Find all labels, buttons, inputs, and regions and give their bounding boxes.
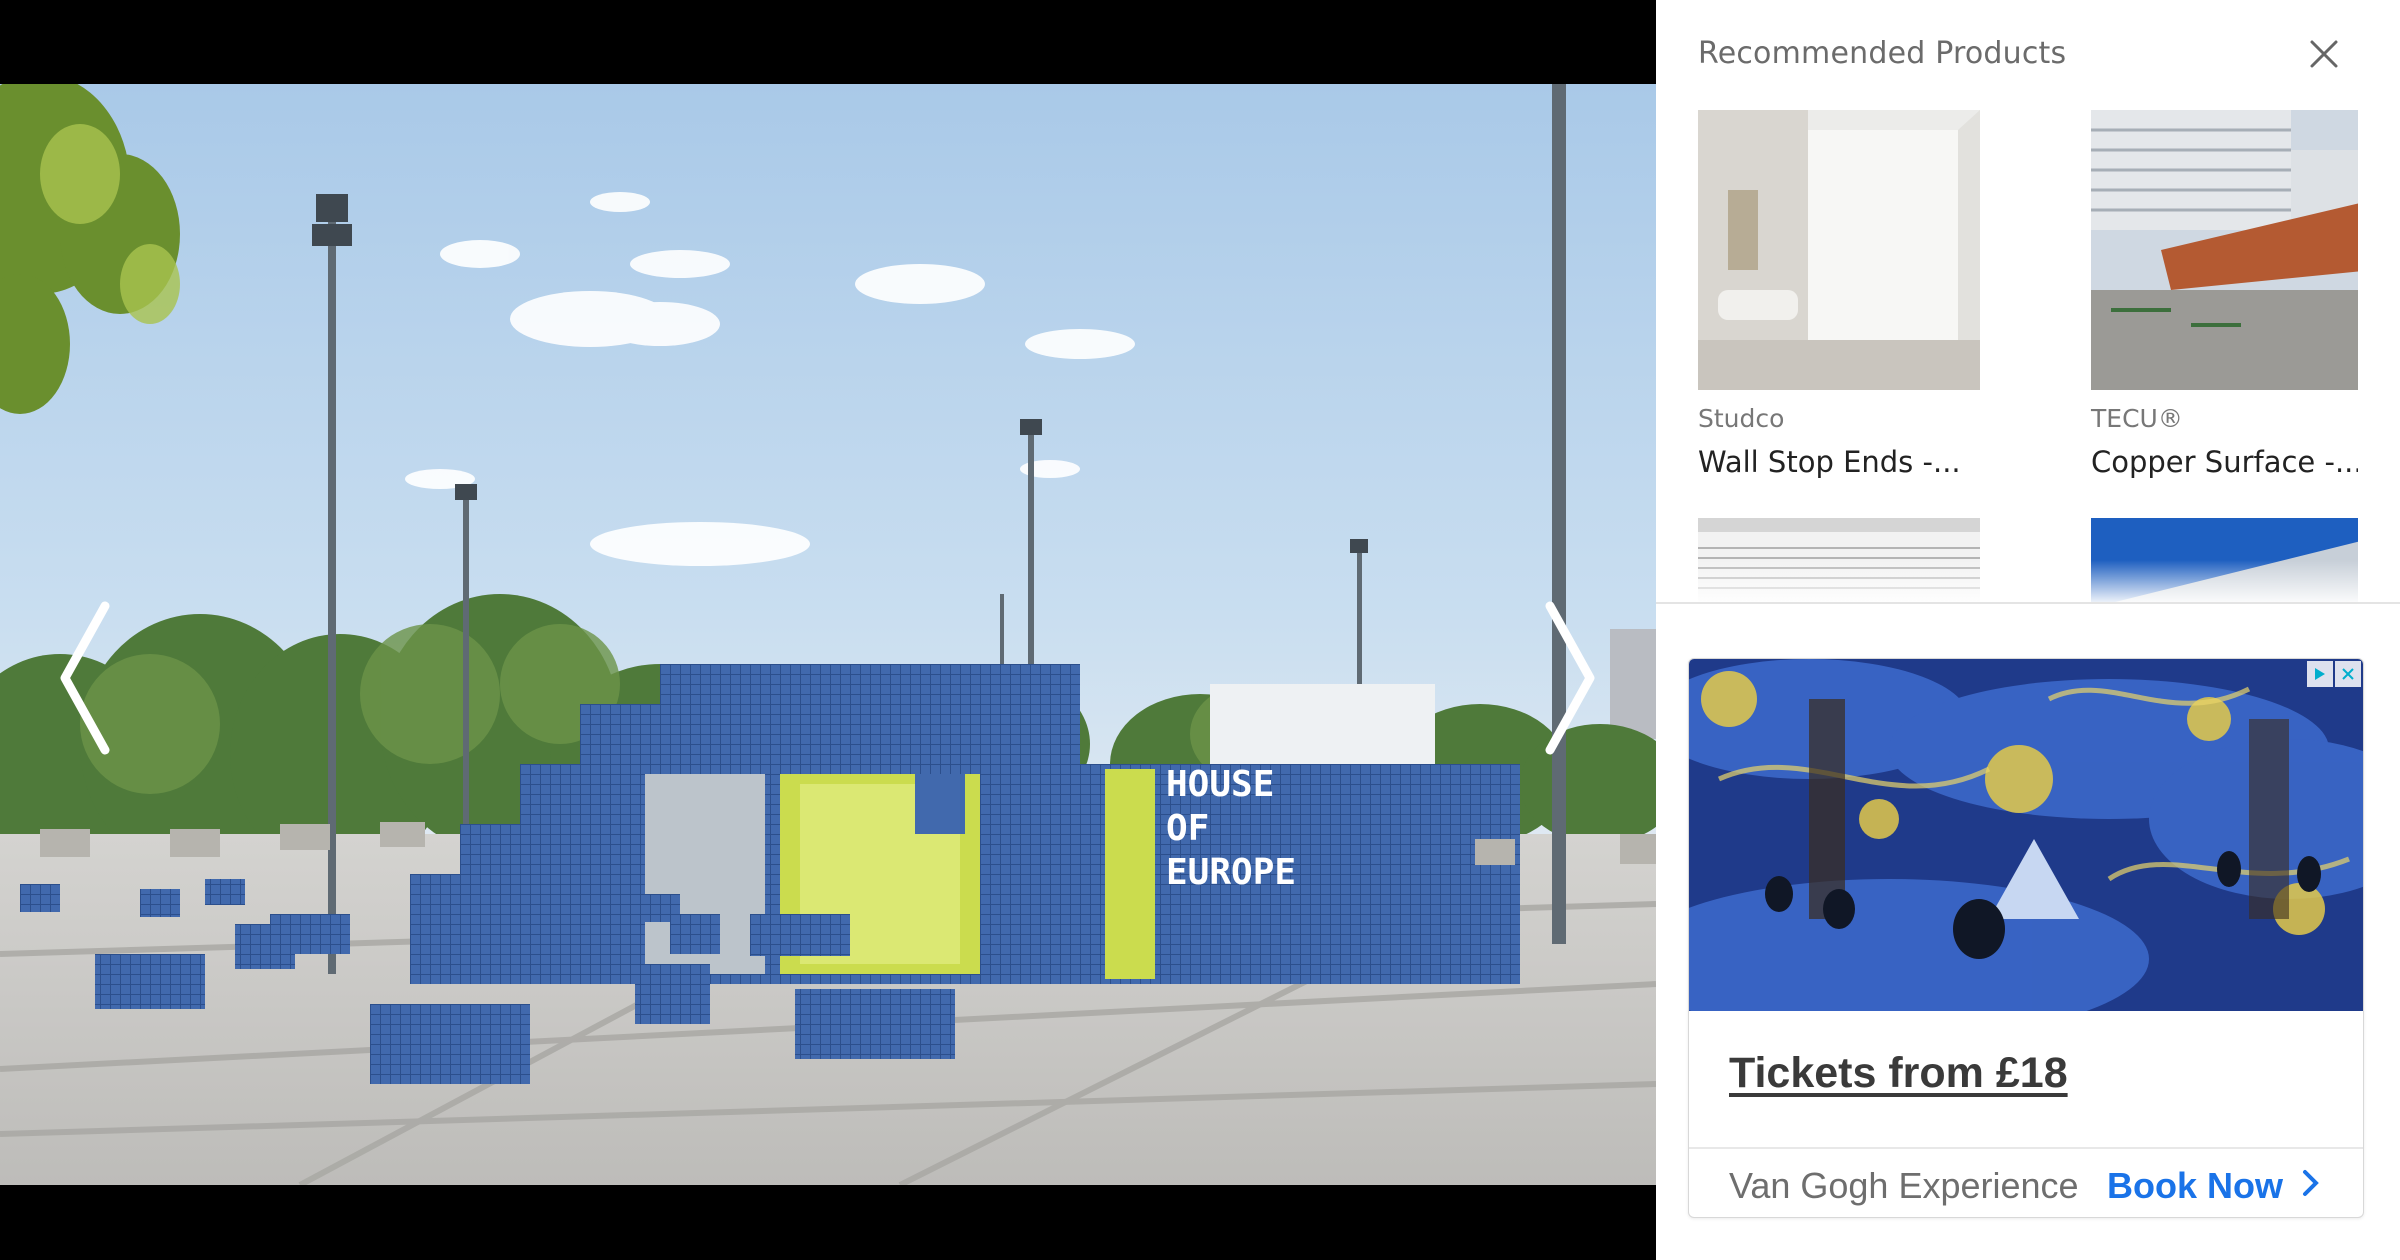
book-now-label: Book Now [2107,1165,2283,1206]
close-button[interactable] [2306,36,2342,72]
chevron-right-icon [2301,1165,2321,1207]
book-now-button[interactable]: Book Now [2107,1165,2321,1207]
chevron-right-icon [1535,598,1605,763]
product-grid: Studco Wall Stop Ends -... TECU® Copper … [1698,110,2358,604]
previous-image-button[interactable] [40,590,130,770]
sign-line-3: EUROPE [1166,852,1296,893]
ad-divider [1689,1147,2363,1149]
product-brand: Studco [1698,404,1785,433]
ad-close-icon[interactable] [2335,661,2361,687]
main-photo: HOUSE OF EUROPE [0,84,1656,1185]
product-image[interactable] [2091,110,2358,390]
sign-line-1: HOUSE [1166,764,1274,805]
chevron-left-icon [50,598,120,763]
image-viewer: HOUSE OF EUROPE [0,0,1656,1260]
ad-advertiser[interactable]: Van Gogh Experience [1729,1165,2079,1207]
product-image[interactable] [1698,110,1980,390]
next-image-button[interactable] [1525,590,1615,770]
product-brand: TECU® [2091,404,2183,433]
ad-image[interactable] [1689,659,2363,1011]
divider [1656,602,2400,604]
close-icon [2306,40,2342,76]
sign-line-2: OF [1166,808,1209,849]
product-card[interactable]: TECU® Copper Surface -... [2091,110,2358,479]
product-name[interactable]: Copper Surface -... [2091,445,2358,479]
products-fade [1656,560,2400,606]
recommended-products-title: Recommended Products [1698,36,2067,71]
adchoices-icon[interactable] [2307,661,2333,687]
recommendations-sidebar: Recommended Products Studco Wall Stop En… [1656,0,2400,1260]
advertisement[interactable]: Tickets from £18 Van Gogh Experience Boo… [1688,658,2364,1218]
ad-headline-link[interactable]: Tickets from £18 [1729,1049,2068,1098]
product-card[interactable]: Studco Wall Stop Ends -... [1698,110,1980,479]
ad-badges [2307,661,2361,687]
product-name[interactable]: Wall Stop Ends -... [1698,445,1980,479]
